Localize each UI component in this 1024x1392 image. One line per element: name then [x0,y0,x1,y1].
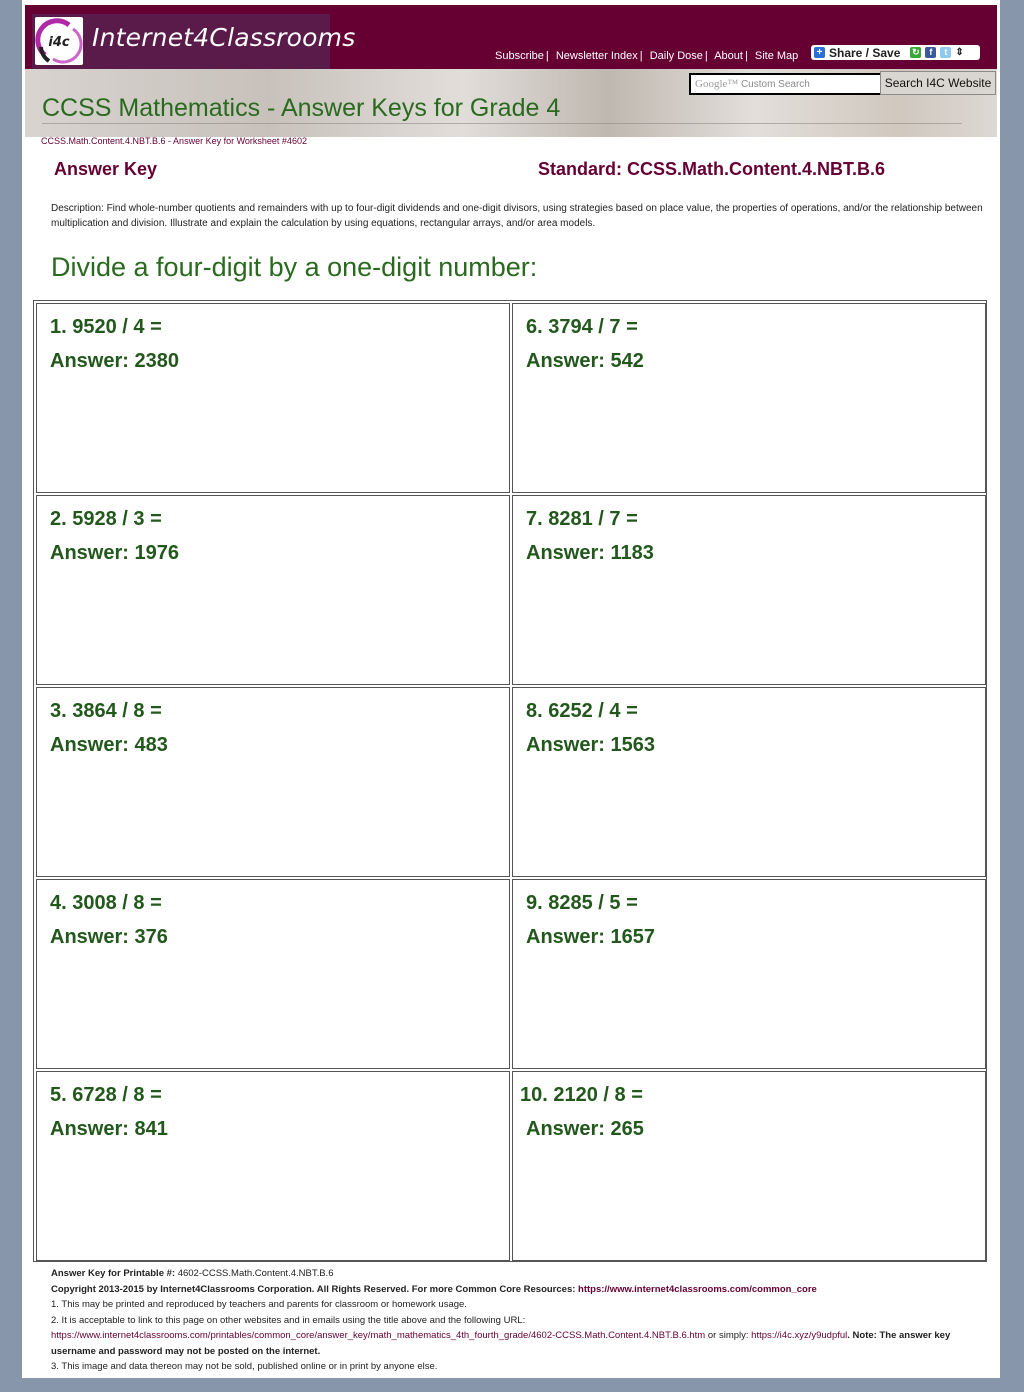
footer-note-2: 2. It is acceptable to link to this page… [51,1314,526,1326]
search-button[interactable]: Search I4C Website [880,71,996,95]
nav-link-subscribe[interactable]: Subscribe [495,50,544,62]
problem-cell: 2. 5928 / 3 = Answer: 1976 [36,495,510,685]
nav-separator: | [545,50,549,62]
footer-url-line: https://www.internet4classrooms.com/prin… [51,1328,991,1359]
common-core-link[interactable]: https://www.internet4classrooms.com/comm… [578,1284,817,1295]
more-arrows-icon[interactable]: ⇕ [955,47,963,58]
problem-answer: Answer: 1183 [526,542,654,564]
printable-label: Answer Key for Printable #: [51,1268,176,1279]
standard-description: Description: Find whole-number quotients… [51,203,983,229]
problem-cell: 9. 8285 / 5 = Answer: 1657 [512,879,986,1069]
problem-cell: 4. 3008 / 8 = Answer: 376 [36,879,510,1069]
problem-question: 3. 3864 / 8 = [50,700,162,722]
problem-question: 4. 3008 / 8 = [50,892,162,914]
banner-divider [42,123,962,124]
standard-heading: Standard: CCSS.Math.Content.4.NBT.B.6 [538,159,886,179]
logo-text: Internet4Classrooms [92,23,356,52]
page-url-link[interactable]: https://www.internet4classrooms.com/prin… [51,1330,705,1341]
printable-id-line: Answer Key for Printable #: 4602-CCSS.Ma… [51,1266,991,1282]
page-title: CCSS Mathematics - Answer Keys for Grade… [42,94,561,122]
problem-cell: 7. 8281 / 7 = Answer: 1183 [512,495,986,685]
problem-question: 2. 5928 / 3 = [50,508,162,530]
problem-cell: 6. 3794 / 7 = Answer: 542 [512,303,986,493]
problem-answer: Answer: 542 [526,350,644,372]
problem-question: 1. 9520 / 4 = [50,316,162,338]
problems-grid: 1. 9520 / 4 = Answer: 2380 6. 3794 / 7 =… [33,300,987,1262]
problem-cell: 8. 6252 / 4 = Answer: 1563 [512,687,986,877]
problem-cell: 3. 3864 / 8 = Answer: 483 [36,687,510,877]
problem-answer: Answer: 1563 [526,734,655,756]
site-header: i4c Internet4Classrooms Subscribe | Newsl… [25,5,997,69]
problem-answer: Answer: 376 [50,926,168,948]
facebook-icon[interactable]: f [925,47,937,58]
nav-link-daily-dose[interactable]: Daily Dose [650,50,703,62]
problem-answer: Answer: 1976 [50,542,179,564]
problem-answer: Answer: 483 [50,734,168,756]
problem-cell: 5. 6728 / 8 = Answer: 841 [36,1071,510,1261]
share-plus-icon: + [814,47,825,58]
problem-question: 10. 2120 / 8 = [520,1084,643,1106]
share-label: Share / Save [829,45,901,60]
problem-answer: Answer: 265 [526,1118,644,1140]
problem-question: 7. 8281 / 7 = [526,508,638,530]
top-nav: Subscribe | Newsletter Index | Daily Dose |… [495,50,798,62]
footer-note-3: 3. This image and data thereon may not b… [51,1361,438,1372]
or-simply-text: or simply: [707,1330,749,1341]
problem-question: 8. 6252 / 4 = [526,700,638,722]
nav-separator: | [639,50,643,62]
copyright-line: Copyright 2013-2015 by Internet4Classroo… [51,1282,991,1298]
share-save-button[interactable]: + Share / Save ↻ f t ⇕ [811,45,980,60]
problem-cell: 10. 2120 / 8 = Answer: 265 [512,1071,986,1261]
nav-separator: | [744,50,748,62]
breadcrumb: CCSS.Math.Content.4.NBT.B.6 - Answer Key… [41,136,307,146]
worksheet-title: Divide a four-digit by a one-digit numbe… [51,252,538,282]
i4c-logo-icon: i4c [35,17,83,65]
twitter-icon[interactable]: t [940,47,952,58]
problem-question: 5. 6728 / 8 = [50,1084,162,1106]
short-url-link[interactable]: https://i4c.xyz/y9udpful [751,1330,847,1341]
logo-badge-text: i4c [48,35,70,50]
problem-answer: Answer: 1657 [526,926,655,948]
problem-answer: Answer: 841 [50,1118,168,1140]
problem-question: 6. 3794 / 7 = [526,316,638,338]
nav-separator: | [704,50,708,62]
email-share-icon[interactable]: ↻ [910,47,922,58]
problem-answer: Answer: 2380 [50,350,179,372]
problem-cell: 1. 9520 / 4 = Answer: 2380 [36,303,510,493]
site-logo[interactable]: i4c Internet4Classrooms [32,14,355,69]
footer: Answer Key for Printable #: 4602-CCSS.Ma… [51,1266,991,1375]
footer-note-1: 1. This may be printed and reproduced by… [51,1299,467,1310]
answer-key-heading: Answer Key [54,159,158,179]
search-input[interactable]: Google™ Custom Search [689,73,883,95]
search-placeholder: Custom Search [740,79,810,90]
page-container: i4c Internet4Classrooms Subscribe | Newsl… [22,0,1000,1378]
nav-link-site-map[interactable]: Site Map [755,50,798,62]
nav-link-newsletter-index[interactable]: Newsletter Index [556,50,638,62]
copyright-text: Copyright 2013-2015 by Internet4Classroo… [51,1283,576,1295]
nav-link-about[interactable]: About [714,50,743,62]
problem-question: 9. 8285 / 5 = [526,892,638,914]
printable-id: 4602-CCSS.Math.Content.4.NBT.B.6 [177,1268,334,1279]
google-brand: Google™ [695,78,739,90]
